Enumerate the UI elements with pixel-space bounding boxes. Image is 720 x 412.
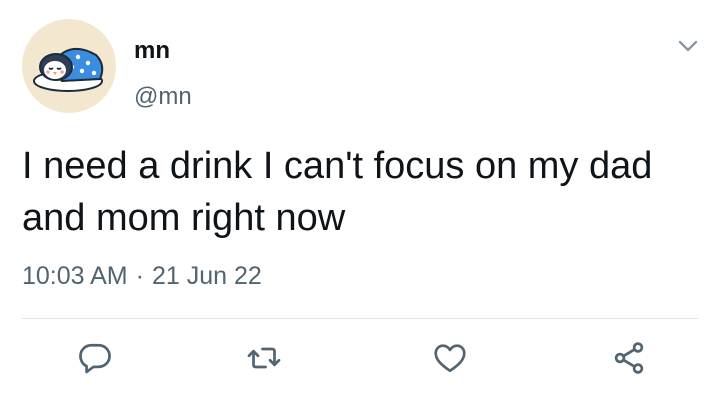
- share-icon: [614, 342, 644, 374]
- meta-separator: ·: [135, 262, 144, 290]
- reply-icon: [79, 343, 111, 374]
- display-name[interactable]: mn: [134, 36, 170, 66]
- avatar[interactable]: [22, 19, 116, 113]
- tweet-text: I need a drink I can't focus on my dad a…: [22, 145, 653, 239]
- divider: [22, 318, 698, 319]
- tweet-time: 10:03 AM: [22, 262, 128, 290]
- tweet-timestamp[interactable]: 10:03 AM · 21 Jun 22: [22, 260, 262, 292]
- tweet-card: mn @mn I need a drink I can't focus on m…: [0, 0, 720, 412]
- tweet-date: 21 Jun 22: [151, 262, 262, 290]
- share-button[interactable]: [609, 338, 649, 378]
- reply-button[interactable]: [75, 338, 115, 378]
- heart-icon: [434, 344, 466, 373]
- chevron-down-icon[interactable]: [674, 36, 702, 56]
- retweet-icon: [247, 347, 281, 369]
- penguin-sleeping-avatar-icon: [33, 48, 104, 92]
- user-handle[interactable]: @mn: [134, 82, 192, 112]
- retweet-button[interactable]: [244, 338, 284, 378]
- like-button[interactable]: [430, 338, 470, 378]
